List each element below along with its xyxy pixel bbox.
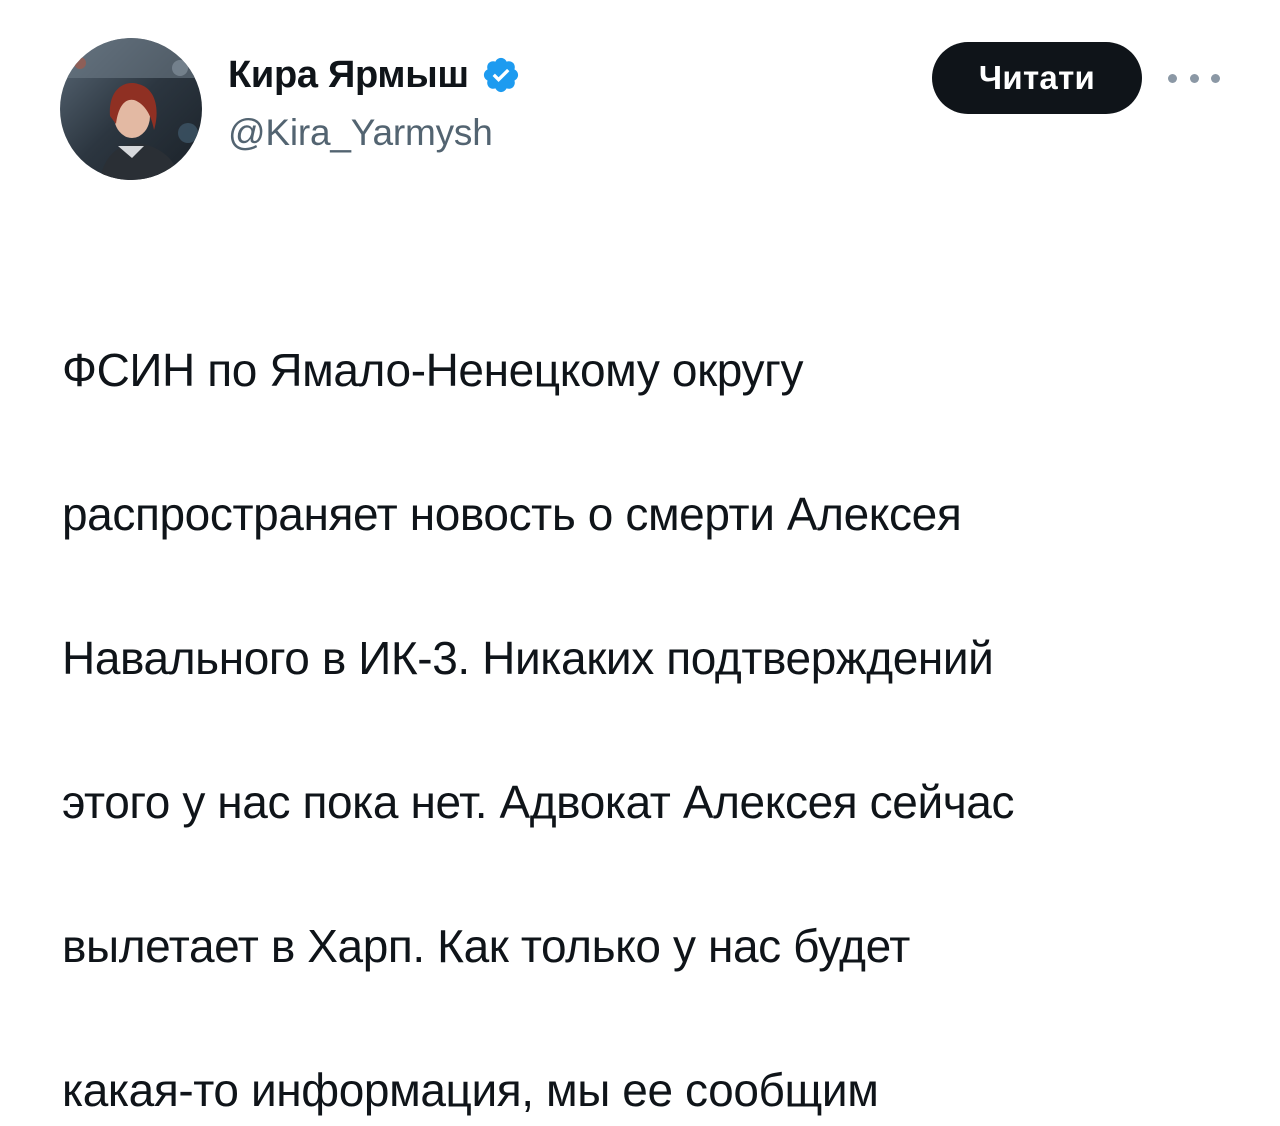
dot	[1189, 73, 1199, 83]
dot	[1211, 73, 1220, 83]
avatar-photo	[60, 38, 202, 180]
tweet-line: Навального в ИК-3. Никаких подтверждений	[62, 632, 994, 684]
dot	[1168, 73, 1177, 83]
tweet-text: ФСИН по Ямало-Ненецкому округу распростр…	[62, 262, 1242, 1126]
user-handle[interactable]: @Kira_Yarmysh	[228, 112, 521, 154]
tweet-line: какая-то информация, мы ее сообщим	[62, 1064, 879, 1116]
author-info: Кира Ярмыш @Kira_Yarmysh	[228, 52, 521, 154]
avatar[interactable]	[60, 38, 202, 180]
display-name[interactable]: Кира Ярмыш	[228, 54, 469, 97]
follow-button[interactable]: Читати	[932, 42, 1142, 114]
tweet-line: распространяет новость о смерти Алексея	[62, 488, 962, 540]
tweet-line: этого у нас пока нет. Адвокат Алексея се…	[62, 776, 1015, 828]
tweet-line: вылетает в Харп. Как только у нас будет	[62, 920, 910, 972]
verified-badge-icon	[481, 55, 521, 95]
name-row: Кира Ярмыш	[228, 52, 521, 98]
more-dots-icon[interactable]	[1168, 66, 1220, 90]
tweet-line: ФСИН по Ямало-Ненецкому округу	[62, 344, 804, 396]
tweet-card: Кира Ярмыш @Kira_Yarmysh Читати ФСИН по …	[0, 0, 1280, 1116]
